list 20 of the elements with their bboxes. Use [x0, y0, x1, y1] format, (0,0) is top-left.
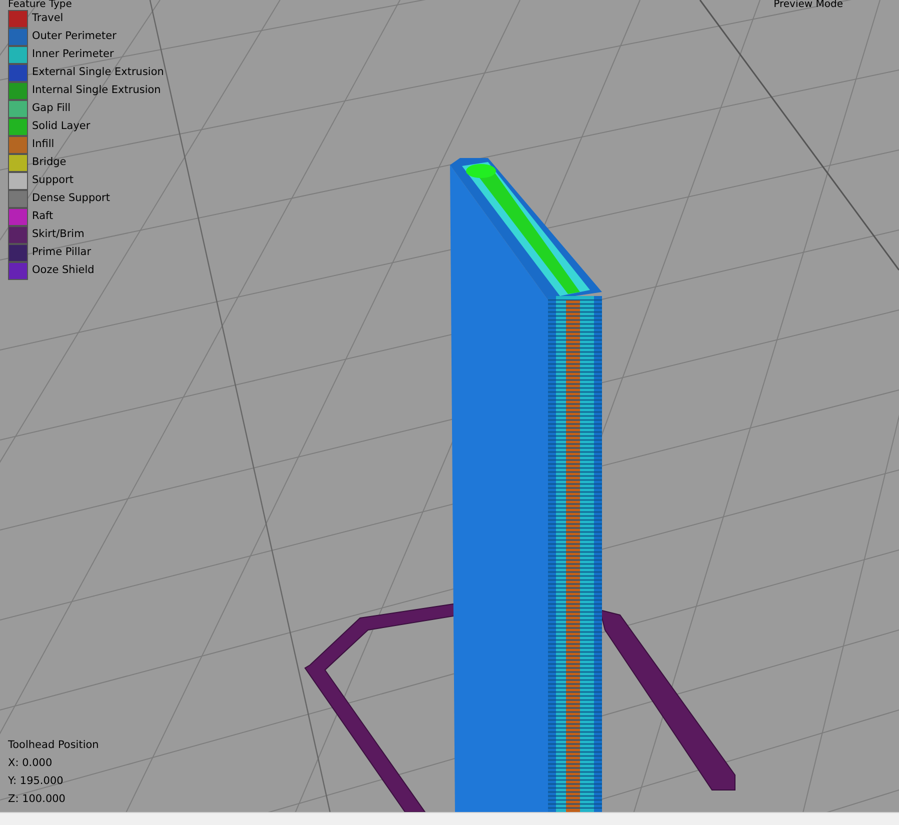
- coordinate-text: Y: 195.000: [8, 774, 64, 789]
- legend-label: Raft: [32, 209, 54, 224]
- legend-label: Ooze Shield: [32, 263, 94, 278]
- legend-label: Outer Perimeter: [32, 29, 116, 44]
- legend-label: Inner Perimeter: [32, 47, 114, 62]
- legend-label: Skirt/Brim: [32, 227, 84, 242]
- legend-label: External Single Extrusion: [32, 65, 164, 80]
- legend-label: Solid Layer: [32, 119, 90, 134]
- legend-label: Gap Fill: [32, 101, 71, 116]
- coordinate-text: X: 0.000: [8, 756, 54, 771]
- legend-label: Bridge: [32, 155, 66, 170]
- legend-label: Dense Support: [32, 191, 110, 206]
- toolhead-title: Toolhead Position: [8, 738, 99, 753]
- legend-title: Feature Type: [8, 0, 73, 10]
- legend-label: Travel: [32, 11, 64, 26]
- coordinate-text: Z: 100.000: [8, 792, 66, 807]
- legend-label: Prime Pillar: [32, 245, 92, 260]
- legend-label: Support: [32, 173, 74, 188]
- legend-label: Internal Single Extrusion: [32, 83, 161, 98]
- legend-label: Infill: [32, 137, 54, 152]
